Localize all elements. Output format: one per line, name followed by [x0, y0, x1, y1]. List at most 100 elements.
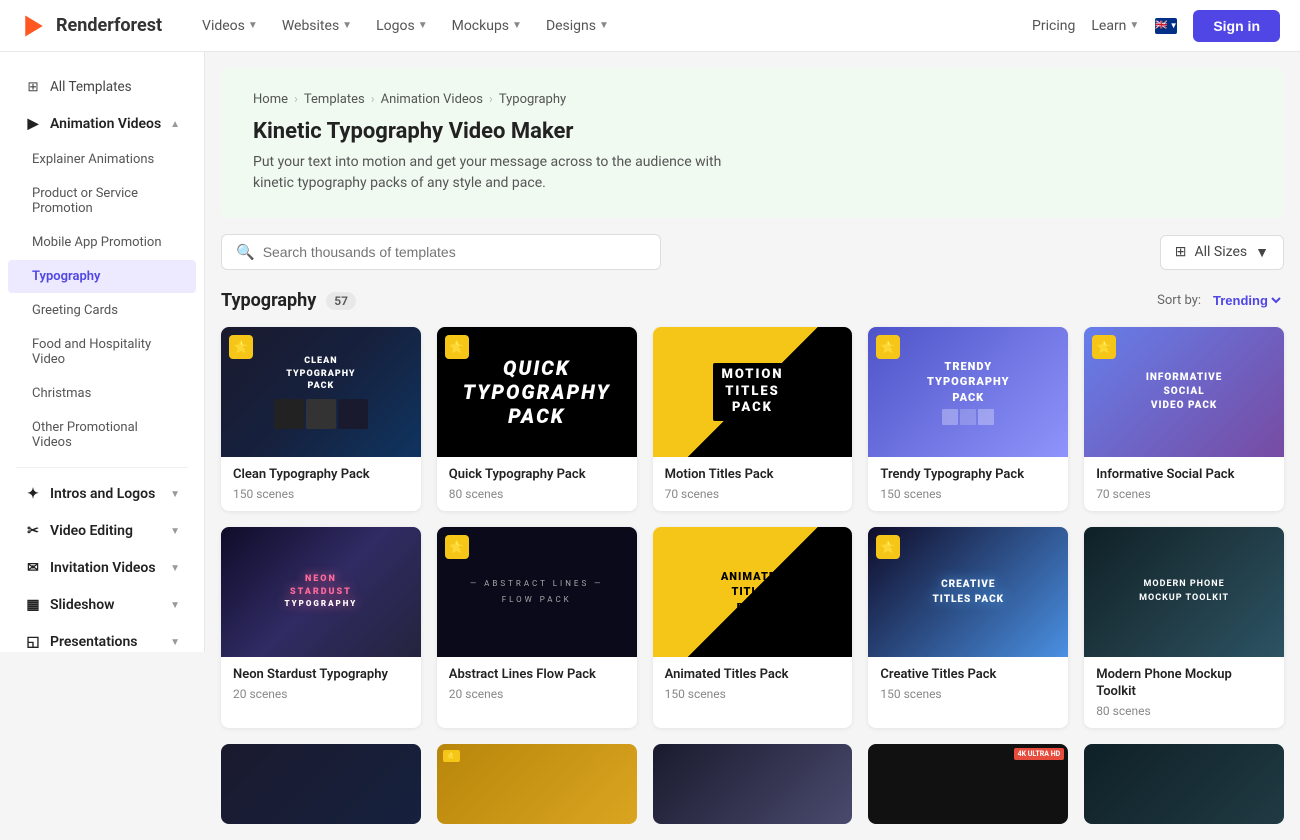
sidebar-item-typography[interactable]: Typography	[8, 260, 196, 293]
card-thumb-8: AnimatedTITLESPack	[653, 527, 853, 657]
template-grid-row2: NEONSTARDUSTTypography Neon Stardust Typ…	[221, 527, 1284, 728]
sidebar-item-explainer[interactable]: Explainer Animations	[8, 143, 196, 176]
nav-mockups-arrow: ▼	[512, 20, 522, 31]
template-card-5[interactable]: InformativeSocialVideo Pack ⭐ Informativ…	[1084, 327, 1284, 511]
nav-mockups[interactable]: Mockups ▼	[442, 12, 532, 40]
card-info-1: Clean Typography Pack 150 scenes	[221, 457, 421, 511]
section-title-row: Typography 57	[221, 290, 356, 311]
sidebar-item-mobile-app[interactable]: Mobile App Promotion	[8, 226, 196, 259]
sign-in-button[interactable]: Sign in	[1193, 10, 1280, 42]
search-bar: 🔍	[221, 234, 661, 270]
breadcrumb-templates[interactable]: Templates	[304, 92, 365, 107]
card-info-5: Informative Social Pack 70 scenes	[1084, 457, 1284, 511]
card-scenes-4: 150 scenes	[880, 487, 1056, 501]
language-selector[interactable]: 🇬🇧 ▼	[1155, 18, 1177, 34]
main-content: Home › Templates › Animation Videos › Ty…	[205, 52, 1300, 840]
presentation-icon: ◱	[24, 633, 42, 651]
card-thumb-5: InformativeSocialVideo Pack ⭐	[1084, 327, 1284, 457]
card-title-9: Creative Titles Pack	[880, 667, 1056, 684]
hero-section: Home › Templates › Animation Videos › Ty…	[221, 68, 1284, 218]
play-circle-icon: ▶	[24, 115, 42, 133]
star-badge-9: ⭐	[876, 535, 900, 559]
card-thumb-3: MOTIONTITLESPACK	[653, 327, 853, 457]
sidebar-item-product-service[interactable]: Product or Service Promotion	[8, 177, 196, 225]
sidebar-item-slideshow[interactable]: ▦ Slideshow ▼	[8, 587, 196, 623]
size-filter-button[interactable]: ⊞ All Sizes ▼	[1160, 235, 1284, 270]
sidebar-divider-1	[16, 467, 188, 468]
section-count: 57	[326, 292, 356, 310]
breadcrumb-sep-2: ›	[371, 92, 375, 107]
card-title-8: Animated Titles Pack	[665, 667, 841, 684]
sort-select[interactable]: Trending	[1209, 292, 1284, 309]
card-title-7: Abstract Lines Flow Pack	[449, 667, 625, 684]
card-title-5: Informative Social Pack	[1096, 467, 1272, 484]
template-card-8[interactable]: AnimatedTITLESPack Animated Titles Pack …	[653, 527, 853, 728]
card-bg-10: Modern PhoneMockup Toolkit	[1084, 527, 1284, 657]
sidebar-item-presentations[interactable]: ◱ Presentations ▼	[8, 624, 196, 652]
card-scenes-8: 150 scenes	[665, 687, 841, 701]
breadcrumb-home[interactable]: Home	[253, 92, 288, 107]
nav-designs-arrow: ▼	[599, 20, 609, 31]
card-title-10: Modern Phone Mockup Toolkit	[1096, 667, 1272, 701]
template-card-2[interactable]: QUICKTYPOGRAPHYPACK ⭐ Quick Typography P…	[437, 327, 637, 511]
template-card-9[interactable]: CreativeTitles Pack ⭐ Creative Titles Pa…	[868, 527, 1068, 728]
card-thumb-6: NEONSTARDUSTTypography	[221, 527, 421, 657]
breadcrumb-animation-videos[interactable]: Animation Videos	[381, 92, 483, 107]
logo-text: Renderforest	[56, 15, 162, 36]
sidebar-item-christmas[interactable]: Christmas	[8, 377, 196, 410]
sidebar-item-animation-videos[interactable]: ▶ Animation Videos ▲	[8, 106, 196, 142]
card-scenes-5: 70 scenes	[1096, 487, 1272, 501]
card-bg-3: MOTIONTITLESPACK	[653, 327, 853, 457]
sidebar-item-all-templates[interactable]: ⊞ All Templates	[8, 69, 196, 105]
card-title-2: Quick Typography Pack	[449, 467, 625, 484]
bottom-card-2[interactable]: ⭐	[437, 744, 637, 824]
size-filter-icon: ⊞	[1175, 244, 1187, 260]
learn-link[interactable]: Learn ▼	[1091, 18, 1139, 34]
bottom-card-4[interactable]: 4K ULTRA HD	[868, 744, 1068, 824]
nav-videos[interactable]: Videos ▼	[192, 12, 268, 40]
bottom-card-1[interactable]	[221, 744, 421, 824]
template-card-7[interactable]: — Abstract Lines —Flow Pack ⭐ Abstract L…	[437, 527, 637, 728]
main-nav: Videos ▼ Websites ▼ Logos ▼ Mockups ▼ De…	[192, 12, 1032, 40]
card-scenes-2: 80 scenes	[449, 487, 625, 501]
section-header: Typography 57 Sort by: Trending	[221, 290, 1284, 311]
sidebar: ⊞ All Templates ▶ Animation Videos ▲ Exp…	[0, 52, 205, 652]
sidebar-item-intros-logos[interactable]: ✦ Intros and Logos ▼	[8, 476, 196, 512]
card-thumb-9: CreativeTitles Pack ⭐	[868, 527, 1068, 657]
logo[interactable]: Renderforest	[20, 12, 162, 40]
pricing-link[interactable]: Pricing	[1032, 18, 1075, 34]
sidebar-item-other-promotional[interactable]: Other Promotional Videos	[8, 411, 196, 459]
template-card-1[interactable]: CleanTypographyPack ⭐ Clean Typogra	[221, 327, 421, 511]
header-right: Pricing Learn ▼ 🇬🇧 ▼ Sign in	[1032, 10, 1280, 42]
card-info-10: Modern Phone Mockup Toolkit 80 scenes	[1084, 657, 1284, 728]
template-card-3[interactable]: MOTIONTITLESPACK Motion Titles Pack 70 s…	[653, 327, 853, 511]
nav-logos[interactable]: Logos ▼	[366, 12, 438, 40]
template-card-6[interactable]: NEONSTARDUSTTypography Neon Stardust Typ…	[221, 527, 421, 728]
section-title: Typography	[221, 290, 316, 311]
scissors-icon: ✂	[24, 522, 42, 540]
sidebar-item-video-editing[interactable]: ✂ Video Editing ▼	[8, 513, 196, 549]
star-badge-5: ⭐	[1092, 335, 1116, 359]
nav-websites[interactable]: Websites ▼	[272, 12, 362, 40]
template-card-4[interactable]: TRENDYTYPOGRAPHYPACK ⭐ Trendy Typog	[868, 327, 1068, 511]
slideshow-chevron: ▼	[170, 600, 180, 611]
card-info-2: Quick Typography Pack 80 scenes	[437, 457, 637, 511]
nav-websites-arrow: ▼	[342, 20, 352, 31]
breadcrumb-current: Typography	[499, 92, 566, 107]
intros-chevron: ▼	[170, 489, 180, 500]
flag-arrow: ▼	[1170, 21, 1178, 30]
nav-designs[interactable]: Designs ▼	[536, 12, 619, 40]
sidebar-item-greeting-cards[interactable]: Greeting Cards	[8, 294, 196, 327]
bottom-card-3[interactable]	[653, 744, 853, 824]
star-icon: ✦	[24, 485, 42, 503]
search-input[interactable]	[263, 244, 646, 260]
template-grid-row1: CleanTypographyPack ⭐ Clean Typogra	[221, 327, 1284, 511]
card-bg-6: NEONSTARDUSTTypography	[221, 527, 421, 657]
card-info-9: Creative Titles Pack 150 scenes	[868, 657, 1068, 711]
search-icon: 🔍	[236, 243, 255, 261]
animation-videos-chevron: ▲	[170, 119, 180, 130]
sidebar-item-invitation-videos[interactable]: ✉ Invitation Videos ▼	[8, 550, 196, 586]
template-card-10[interactable]: Modern PhoneMockup Toolkit Modern Phone …	[1084, 527, 1284, 728]
bottom-card-5[interactable]	[1084, 744, 1284, 824]
sidebar-item-food-hospitality[interactable]: Food and Hospitality Video	[8, 328, 196, 376]
